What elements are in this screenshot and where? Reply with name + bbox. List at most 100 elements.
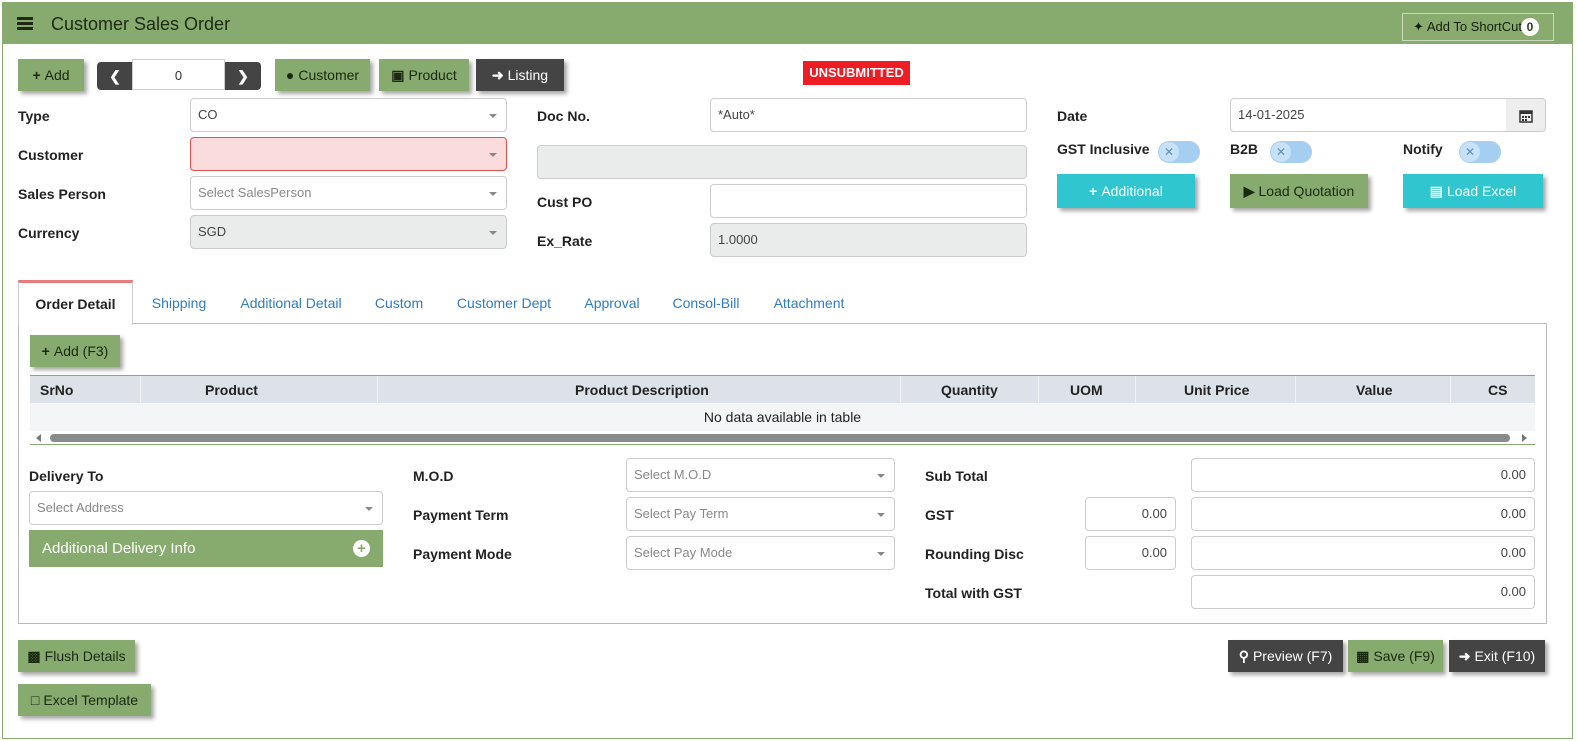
file-icon: □ xyxy=(30,692,40,708)
type-select[interactable]: CO xyxy=(190,98,507,132)
flush-details-button[interactable]: ▩ Flush Details xyxy=(18,640,135,672)
notify-toggle[interactable]: ✕ xyxy=(1459,141,1501,163)
shortcut-icon: ✦ xyxy=(1413,19,1424,34)
column-value[interactable]: Value xyxy=(1356,382,1393,398)
rounding-disc-value: 0.00 xyxy=(1191,536,1535,570)
table-horizontal-scrollbar[interactable] xyxy=(30,431,1535,445)
add-line-label: Add (F3) xyxy=(53,343,109,359)
total-with-gst-value: 0.00 xyxy=(1191,575,1535,609)
toggle-off-icon: ✕ xyxy=(1159,142,1179,162)
listing-button-label: Listing xyxy=(507,67,549,83)
column-product[interactable]: Product xyxy=(205,382,258,398)
menu-icon[interactable] xyxy=(17,17,33,30)
sales-person-select[interactable]: Select SalesPerson xyxy=(190,176,507,210)
record-number-input[interactable]: 0 xyxy=(132,59,225,90)
preview-button[interactable]: ⚲ Preview (F7) xyxy=(1228,640,1343,672)
search-icon: ⚲ xyxy=(1238,648,1249,664)
chevron-right-icon: ❯ xyxy=(237,68,249,84)
customer-button-label: Customer xyxy=(298,67,360,83)
add-to-shortcut-button[interactable]: ✦ Add To ShortCut 0 xyxy=(1402,13,1554,41)
mod-select[interactable]: Select M.O.D xyxy=(626,458,895,492)
toggle-off-icon: ✕ xyxy=(1460,142,1480,162)
plus-icon: + xyxy=(32,67,41,83)
tab-customer-dept[interactable]: Customer Dept xyxy=(449,280,559,324)
b2b-label: B2B xyxy=(1230,141,1259,157)
scroll-thumb[interactable] xyxy=(50,434,1510,442)
scroll-left-icon[interactable] xyxy=(36,434,41,442)
column-srno[interactable]: SrNo xyxy=(40,382,73,398)
currency-label: Currency xyxy=(18,225,80,241)
column-uom[interactable]: UOM xyxy=(1070,382,1103,398)
delivery-address-select[interactable]: Select Address xyxy=(29,491,383,525)
detail-table-header: SrNo Product Product Description Quantit… xyxy=(30,375,1535,404)
product-button-label: Product xyxy=(408,67,457,83)
calendar-button[interactable] xyxy=(1506,98,1546,132)
excel-template-label: Excel Template xyxy=(43,692,139,708)
add-button[interactable]: + Add xyxy=(18,59,84,91)
sign-out-icon: ➜ xyxy=(1458,648,1471,664)
delivery-to-label: Delivery To xyxy=(29,468,104,484)
cust-po-input[interactable] xyxy=(710,184,1027,218)
add-button-label: Add xyxy=(44,67,70,83)
doc-no-label: Doc No. xyxy=(537,108,590,124)
total-with-gst-label: Total with GST xyxy=(925,585,1022,601)
file-excel-icon: ▤ xyxy=(1429,183,1443,199)
ex-rate-input[interactable]: 1.0000 xyxy=(710,223,1027,257)
top-bar: Customer Sales Order ✦ Add To ShortCut 0 xyxy=(3,3,1572,44)
column-quantity[interactable]: Quantity xyxy=(941,382,998,398)
play-circle-icon: ▶ xyxy=(1243,183,1255,199)
trash-icon: ▩ xyxy=(27,648,41,664)
gst-inclusive-toggle[interactable]: ✕ xyxy=(1158,141,1200,163)
ex-rate-label: Ex_Rate xyxy=(537,233,593,249)
rounding-disc-input[interactable]: 0.00 xyxy=(1085,536,1176,570)
scroll-right-icon[interactable] xyxy=(1522,434,1527,442)
gift-icon: ▣ xyxy=(391,67,405,83)
prev-record-button[interactable]: ❮ xyxy=(97,62,133,90)
sales-person-label: Sales Person xyxy=(18,186,106,202)
tab-shipping[interactable]: Shipping xyxy=(139,280,219,324)
tab-custom[interactable]: Custom xyxy=(366,280,432,324)
tab-order-detail[interactable]: Order Detail xyxy=(18,280,133,325)
customer-button[interactable]: ● Customer xyxy=(275,59,370,91)
column-product-description[interactable]: Product Description xyxy=(575,382,709,398)
sub-total-value: 0.00 xyxy=(1191,458,1535,492)
tab-attachment[interactable]: Attachment xyxy=(763,280,855,324)
column-unit-price[interactable]: Unit Price xyxy=(1184,382,1249,398)
doc-no-input[interactable]: *Auto* xyxy=(710,98,1027,132)
chevron-left-icon: ❮ xyxy=(109,68,121,84)
add-line-button[interactable]: + Add (F3) xyxy=(30,335,120,367)
currency-select[interactable]: SGD xyxy=(190,215,507,249)
additional-delivery-info-button[interactable]: Additional Delivery Info + xyxy=(29,530,383,567)
b2b-toggle[interactable]: ✕ xyxy=(1270,141,1312,163)
customer-select[interactable] xyxy=(190,137,507,171)
customer-name-field xyxy=(537,145,1027,179)
gst-rate-input[interactable]: 0.00 xyxy=(1085,497,1176,531)
excel-template-button[interactable]: □ Excel Template xyxy=(18,684,151,716)
payment-mode-select[interactable]: Select Pay Mode xyxy=(626,536,895,570)
next-record-button[interactable]: ❯ xyxy=(225,62,261,90)
save-button[interactable]: ▦ Save (F9) xyxy=(1348,640,1443,672)
page-title: Customer Sales Order xyxy=(51,14,231,34)
sub-total-label: Sub Total xyxy=(925,468,988,484)
shortcut-label: Add To ShortCut xyxy=(1426,19,1522,34)
listing-button[interactable]: ➜ Listing xyxy=(476,59,564,91)
preview-label: Preview (F7) xyxy=(1252,648,1333,664)
payment-term-select[interactable]: Select Pay Term xyxy=(626,497,895,531)
tab-approval[interactable]: Approval xyxy=(575,280,649,324)
product-button[interactable]: ▣ Product xyxy=(379,59,469,91)
additional-button[interactable]: + Additional xyxy=(1057,174,1195,208)
exit-button[interactable]: ➜ Exit (F10) xyxy=(1449,640,1545,672)
load-excel-label: Load Excel xyxy=(1446,183,1517,199)
exit-label: Exit (F10) xyxy=(1474,648,1536,664)
tab-consol-bill[interactable]: Consol-Bill xyxy=(665,280,747,324)
payment-term-label: Payment Term xyxy=(413,507,509,523)
date-label: Date xyxy=(1057,108,1088,124)
plus-icon: + xyxy=(41,343,50,359)
load-excel-button[interactable]: ▤ Load Excel xyxy=(1403,174,1543,208)
tab-additional-detail[interactable]: Additional Detail xyxy=(233,280,349,324)
gst-label: GST xyxy=(925,507,954,523)
mod-label: M.O.D xyxy=(413,468,454,484)
date-input[interactable]: 14-01-2025 xyxy=(1230,98,1507,132)
load-quotation-button[interactable]: ▶ Load Quotation xyxy=(1230,174,1368,208)
column-cs[interactable]: CS xyxy=(1488,382,1507,398)
